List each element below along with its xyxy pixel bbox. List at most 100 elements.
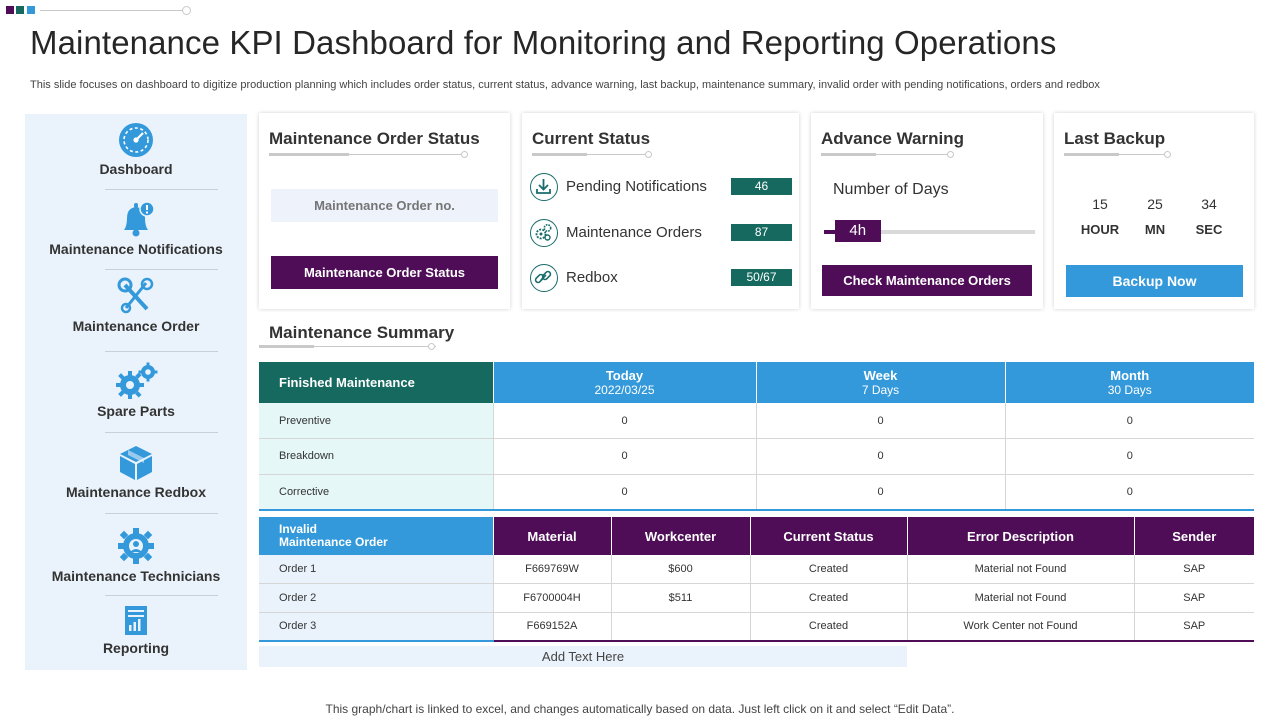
column-header-week: Week 7 Days: [755, 362, 1005, 403]
check-maintenance-orders-button[interactable]: Check Maintenance Orders: [822, 265, 1032, 296]
table-cell: 0: [492, 403, 756, 439]
title-underline-dot: [947, 151, 954, 158]
deco-square-blue: [27, 6, 35, 14]
sidebar-divider: [105, 189, 218, 190]
table-cell: Created: [749, 612, 907, 642]
table-cell: 0: [755, 438, 1005, 475]
table-cell: 0: [755, 403, 1005, 439]
order-status-card: Maintenance Order Status Maintenance Ord…: [259, 113, 510, 309]
backup-hour-label: HOUR: [1080, 222, 1120, 237]
backup-second-label: SEC: [1195, 222, 1223, 237]
title-underline-line: [314, 346, 436, 347]
sidebar-item-label: Dashboard: [99, 161, 173, 177]
status-row-maintenance-orders: Maintenance Orders 87: [530, 218, 792, 248]
title-underline-line: [1119, 154, 1169, 155]
table-cell: Created: [749, 583, 907, 613]
title-underline-line: [876, 154, 952, 155]
table-header-row: Finished Maintenance Today 2022/03/25 Wee…: [259, 362, 1254, 403]
sidebar-item-spare-parts[interactable]: Spare Parts: [25, 362, 247, 419]
table-cell: $600: [610, 555, 750, 584]
sidebar-item-label: Spare Parts: [97, 403, 175, 419]
sidebar-item-label: Maintenance Order: [72, 318, 200, 334]
status-value: 50/67: [731, 269, 792, 286]
deco-line: [40, 10, 185, 11]
backup-hour-value: 15: [1092, 196, 1108, 212]
technician-gear-icon: [118, 528, 154, 564]
row-label: Order 1: [259, 555, 493, 584]
current-status-card: Current Status Pending Notifications 46 …: [522, 113, 799, 309]
order-status-button[interactable]: Maintenance Order Status: [271, 256, 498, 289]
column-title: Today: [605, 367, 644, 383]
sidebar-item-maintenance-order[interactable]: Maintenance Order: [25, 277, 247, 334]
row-label: Order 2: [259, 583, 493, 613]
speedometer-icon: [119, 123, 153, 157]
status-value: 87: [731, 224, 792, 241]
column-subtitle: 2022/03/25: [594, 382, 655, 397]
last-backup-card: Last Backup 15 25 34 HOUR MN SEC Backup …: [1054, 113, 1254, 309]
column-header-material: Material: [492, 517, 611, 555]
backup-minute-label: MN: [1144, 222, 1166, 237]
report-icon: [125, 606, 147, 635]
status-label: Redbox: [566, 269, 618, 286]
table-cell: SAP: [1133, 583, 1254, 613]
title-underline-dot: [461, 151, 468, 158]
sidebar: Dashboard Maintenance Notifications Main…: [25, 114, 247, 670]
header-line: Invalid: [279, 522, 318, 536]
title-underline: [532, 153, 587, 156]
backup-second-value: 34: [1201, 196, 1217, 212]
card-title: Advance Warning: [821, 129, 964, 148]
table-cell: 0: [492, 474, 756, 511]
summary-title: Maintenance Summary: [269, 323, 455, 342]
invalid-order-header: Invalid Maintenance Order: [259, 517, 493, 555]
gears-icon: [116, 362, 158, 399]
column-title: Month: [1110, 367, 1150, 383]
finished-maintenance-table: Finished Maintenance Today 2022/03/25 Wee…: [259, 362, 1254, 511]
add-text-placeholder[interactable]: Add Text Here: [259, 646, 907, 667]
title-underline-line: [349, 154, 464, 155]
gears-icon: [530, 219, 558, 247]
column-subtitle: 30 Days: [1107, 382, 1152, 397]
row-label: Corrective: [259, 474, 493, 511]
title-underline: [259, 345, 314, 348]
table-cell: 0: [755, 474, 1005, 511]
sidebar-divider: [105, 595, 218, 596]
table-cell: Material not Found: [906, 555, 1134, 584]
table-cell: F669769W: [492, 555, 611, 584]
table-cell: $511: [610, 583, 750, 613]
table-row: Order 1 F669769W $600 Created Material n…: [259, 555, 1254, 584]
header-line: Maintenance Order: [279, 535, 388, 549]
table-cell: SAP: [1133, 612, 1254, 642]
table-cell: Work Center not Found: [906, 612, 1134, 642]
status-row-pending-notifications: Pending Notifications 46: [530, 172, 792, 202]
sidebar-item-label: Maintenance Notifications: [49, 241, 223, 257]
card-title: Maintenance Order Status: [269, 129, 480, 148]
column-subtitle: 7 Days: [861, 382, 900, 397]
table-row: Order 3 F669152A Created Work Center not…: [259, 612, 1254, 642]
row-label: Preventive: [259, 403, 493, 439]
title-underline-dot: [645, 151, 652, 158]
link-icon: [530, 264, 558, 292]
sidebar-divider: [105, 513, 218, 514]
sidebar-divider: [105, 269, 218, 270]
table-cell: Created: [749, 555, 907, 584]
sidebar-item-label: Maintenance Redbox: [65, 484, 207, 500]
status-value: 46: [731, 178, 792, 195]
backup-now-button[interactable]: Backup Now: [1066, 265, 1243, 297]
sidebar-item-reporting[interactable]: Reporting: [25, 605, 247, 656]
sidebar-item-dashboard[interactable]: Dashboard: [25, 122, 247, 177]
sidebar-item-maintenance-technicians[interactable]: Maintenance Technicians: [25, 527, 247, 584]
order-number-input[interactable]: [271, 189, 498, 222]
card-title: Last Backup: [1064, 129, 1166, 148]
sidebar-item-maintenance-notifications[interactable]: Maintenance Notifications: [25, 200, 247, 257]
status-label: Maintenance Orders: [566, 224, 702, 241]
days-slider[interactable]: 4h: [824, 218, 1035, 242]
table-cell: Material not Found: [906, 583, 1134, 613]
table-row: Preventive 0 0 0: [259, 403, 1254, 439]
tools-icon: [117, 277, 154, 314]
title-underline: [821, 153, 876, 156]
column-header-current-status: Current Status: [749, 517, 907, 555]
table-cell: 0: [1004, 403, 1254, 439]
slider-thumb[interactable]: 4h: [834, 220, 881, 242]
advance-warning-card: Advance Warning Number of Days 4h Check …: [811, 113, 1043, 309]
sidebar-item-maintenance-redbox[interactable]: Maintenance Redbox: [25, 445, 247, 500]
